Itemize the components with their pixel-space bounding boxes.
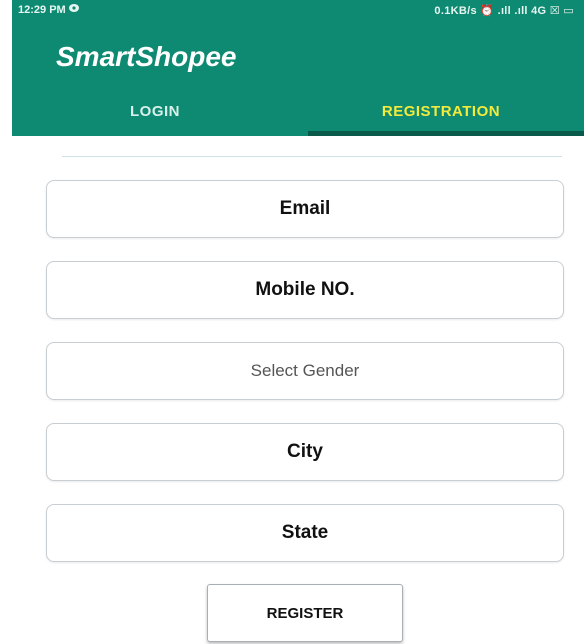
divider (62, 156, 562, 157)
state-field-hint: State (281, 522, 329, 543)
tab-registration[interactable]: REGISTRATION (298, 92, 584, 136)
active-tab-indicator (308, 131, 584, 136)
sync-icon (69, 4, 79, 12)
register-button-label: REGISTER (266, 604, 344, 622)
status-time: 12:29 PM (18, 4, 66, 16)
tab-login[interactable]: LOGIN (12, 92, 298, 136)
network-status: 0.1KB/s ⏰ .ıll .ıll 4G ☒ ▭ (434, 5, 574, 17)
email-field-hint: Email (279, 198, 331, 219)
email-field[interactable]: Email (46, 180, 564, 238)
city-field-hint: City (287, 441, 323, 462)
gender-select[interactable]: Select Gender (46, 342, 564, 400)
city-field[interactable]: City (46, 423, 564, 481)
mobile-field[interactable]: Mobile NO. (46, 261, 564, 319)
state-field[interactable]: State (46, 504, 564, 562)
app-title: SmartShopee (56, 41, 237, 72)
status-bar: 12:29 PM 0.1KB/s ⏰ .ıll .ıll 4G ☒ ▭ (12, 0, 584, 22)
mobile-field-hint: Mobile NO. (255, 279, 355, 300)
gender-select-label: Select Gender (250, 361, 360, 380)
register-button[interactable]: REGISTER (207, 584, 403, 642)
